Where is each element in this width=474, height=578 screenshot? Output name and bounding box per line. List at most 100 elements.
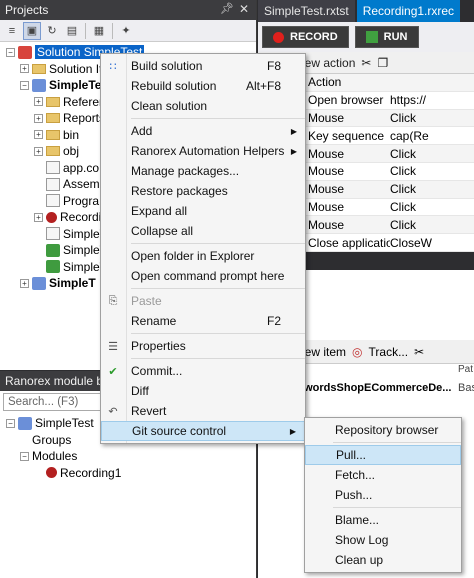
menu-item-rename[interactable]: Rename F2 [101,311,305,331]
expand-toggle-icon[interactable]: + [34,113,43,123]
pin-icon[interactable]: 📌︎ [220,2,234,15]
menu-icon-slot [101,96,125,116]
folder-icon [46,146,60,157]
menu-item-properties[interactable]: ☰ Properties [101,336,305,356]
menu-separator [131,288,305,289]
menu-item-label: Pull... [336,448,367,462]
record-icon [273,31,284,43]
menu-item-label: Push... [335,488,373,502]
action-value-cell: CloseW [390,235,433,250]
menu-icon-slot [101,381,125,401]
cut-icon[interactable]: ✂ [361,56,371,70]
menu-item-revert[interactable]: ↶ Revert [101,401,305,421]
track-button[interactable]: Track... [369,345,409,359]
submenu-arrow-icon: ▶ [289,426,296,436]
menu-item-blame[interactable]: Blame... [305,510,461,530]
toolbar-divider [85,22,86,39]
menu-item-add[interactable]: Add ▶ [101,121,305,141]
shortcut-key: Alt+F8 [245,79,281,93]
projects-panel-title: Projects 📌︎ ✕ [0,0,256,20]
expand-toggle-icon[interactable]: + [34,97,43,107]
menu-item-label: Repository browser [335,423,439,437]
new-action-button[interactable]: new action [298,56,355,70]
menu-icon-slot [101,266,125,286]
menu-item-repository-browser[interactable]: Repository browser [305,420,461,440]
menu-item-label: Revert [131,404,167,418]
tree-item-recording1[interactable]: Recording1 [0,465,256,482]
collapse-toggle-icon[interactable]: − [20,80,29,90]
expand-toggle-icon[interactable]: + [34,212,43,222]
file-icon [46,161,60,175]
cut-icon[interactable]: ✂ [414,345,424,359]
copy-icon[interactable]: ❐ [377,56,388,70]
action-value-cell: Click [390,110,416,125]
close-icon[interactable]: ✕ [239,2,249,16]
menu-item-rebuild-solution[interactable]: Rebuild solution Alt+F8 [101,76,305,96]
tree-item-label: Progra [63,193,100,208]
menu-item-label: Manage packages... [131,164,240,178]
menu-item-commit[interactable]: ✔ Commit... [101,361,305,381]
submenu-arrow-icon: ▶ [290,146,297,156]
rec-icon [46,467,57,479]
tree-item-label: obj [63,144,80,159]
revert-icon: ↶ [108,405,118,418]
menu-item-open-command-prompt-here[interactable]: Open command prompt here [101,266,305,286]
menu-item-git-source-control[interactable]: Git source control ▶ [101,421,305,441]
menu-item-open-folder-in-explorer[interactable]: Open folder in Explorer [101,246,305,266]
properties-icon: ☰ [108,340,118,353]
refresh-icon[interactable]: ↻ [43,22,61,40]
menu-item-label: Collapse all [131,224,194,238]
add-item-icon[interactable]: ✦ [117,22,135,40]
menu-item-clean-solution[interactable]: Clean solution [101,96,305,116]
collapse-icon[interactable]: ▤ [63,22,81,40]
toolbar-divider [112,22,113,39]
expand-toggle-icon[interactable]: + [34,130,43,140]
menu-item-label: Add [131,124,153,138]
menu-item-build-solution[interactable]: ∷ Build solution F8 [101,56,305,76]
menu-item-label: Diff [131,384,149,398]
menu-item-ranorex-automation-helpers[interactable]: Ranorex Automation Helpers ▶ [101,141,305,161]
action-value-cell: Click [390,146,416,161]
solution-icon [18,45,32,59]
menu-item-manage-packages[interactable]: Manage packages... [101,161,305,181]
properties-toolbar-icon[interactable]: ≡ [3,22,21,40]
expand-toggle-icon[interactable]: + [34,146,43,156]
run-icon [365,31,378,43]
tab-simpletest-rxtst[interactable]: SimpleTest.rxtst [258,0,355,22]
settings-icon[interactable]: ▦ [90,22,108,40]
collapse-toggle-icon[interactable]: − [6,418,15,428]
menu-item-pull[interactable]: Pull... [305,445,461,465]
menu-separator [131,358,305,359]
tree-item-label: bin [63,127,80,142]
menu-icon-slot [101,311,125,331]
menu-item-label: Expand all [131,204,188,218]
menu-item-expand-all[interactable]: Expand all [101,201,305,221]
menu-item-paste[interactable]: ⎘ Paste [101,291,305,311]
record-button[interactable]: RECORD [262,26,349,48]
menu-item-show-log[interactable]: Show Log [305,530,461,550]
expand-toggle-icon[interactable]: + [20,64,29,74]
menu-item-label: Blame... [335,513,380,527]
collapse-toggle-icon[interactable]: − [6,47,15,57]
track-icon[interactable]: ◎ [352,345,362,359]
tab-recording1-rxrec[interactable]: Recording1.rxrec [356,0,461,22]
menu-item-collapse-all[interactable]: Collapse all [101,221,305,241]
menu-item-label: Restore packages [131,184,228,198]
show-all-files-icon[interactable]: ▣ [23,21,41,40]
tree-item-label: Modules [32,449,78,464]
menu-item-push[interactable]: Push... [305,485,461,505]
menu-item-label: Ranorex Automation Helpers [131,144,285,158]
run-button[interactable]: RUN [354,26,419,48]
repository-item-label: ewordsShopECommerceDe... [298,382,452,394]
menu-item-restore-packages[interactable]: Restore packages [101,181,305,201]
shortcut-key: F8 [266,59,281,73]
menu-item-clean-up[interactable]: Clean up [305,550,461,570]
tree-item-modules[interactable]: − Modules [0,448,256,465]
menu-item-diff[interactable]: Diff [101,381,305,401]
menu-item-fetch[interactable]: Fetch... [305,465,461,485]
collapse-toggle-icon[interactable]: − [20,451,29,461]
menu-item-label: Fetch... [335,468,376,482]
expand-toggle-icon[interactable]: + [20,278,29,288]
file-icon [46,227,60,241]
